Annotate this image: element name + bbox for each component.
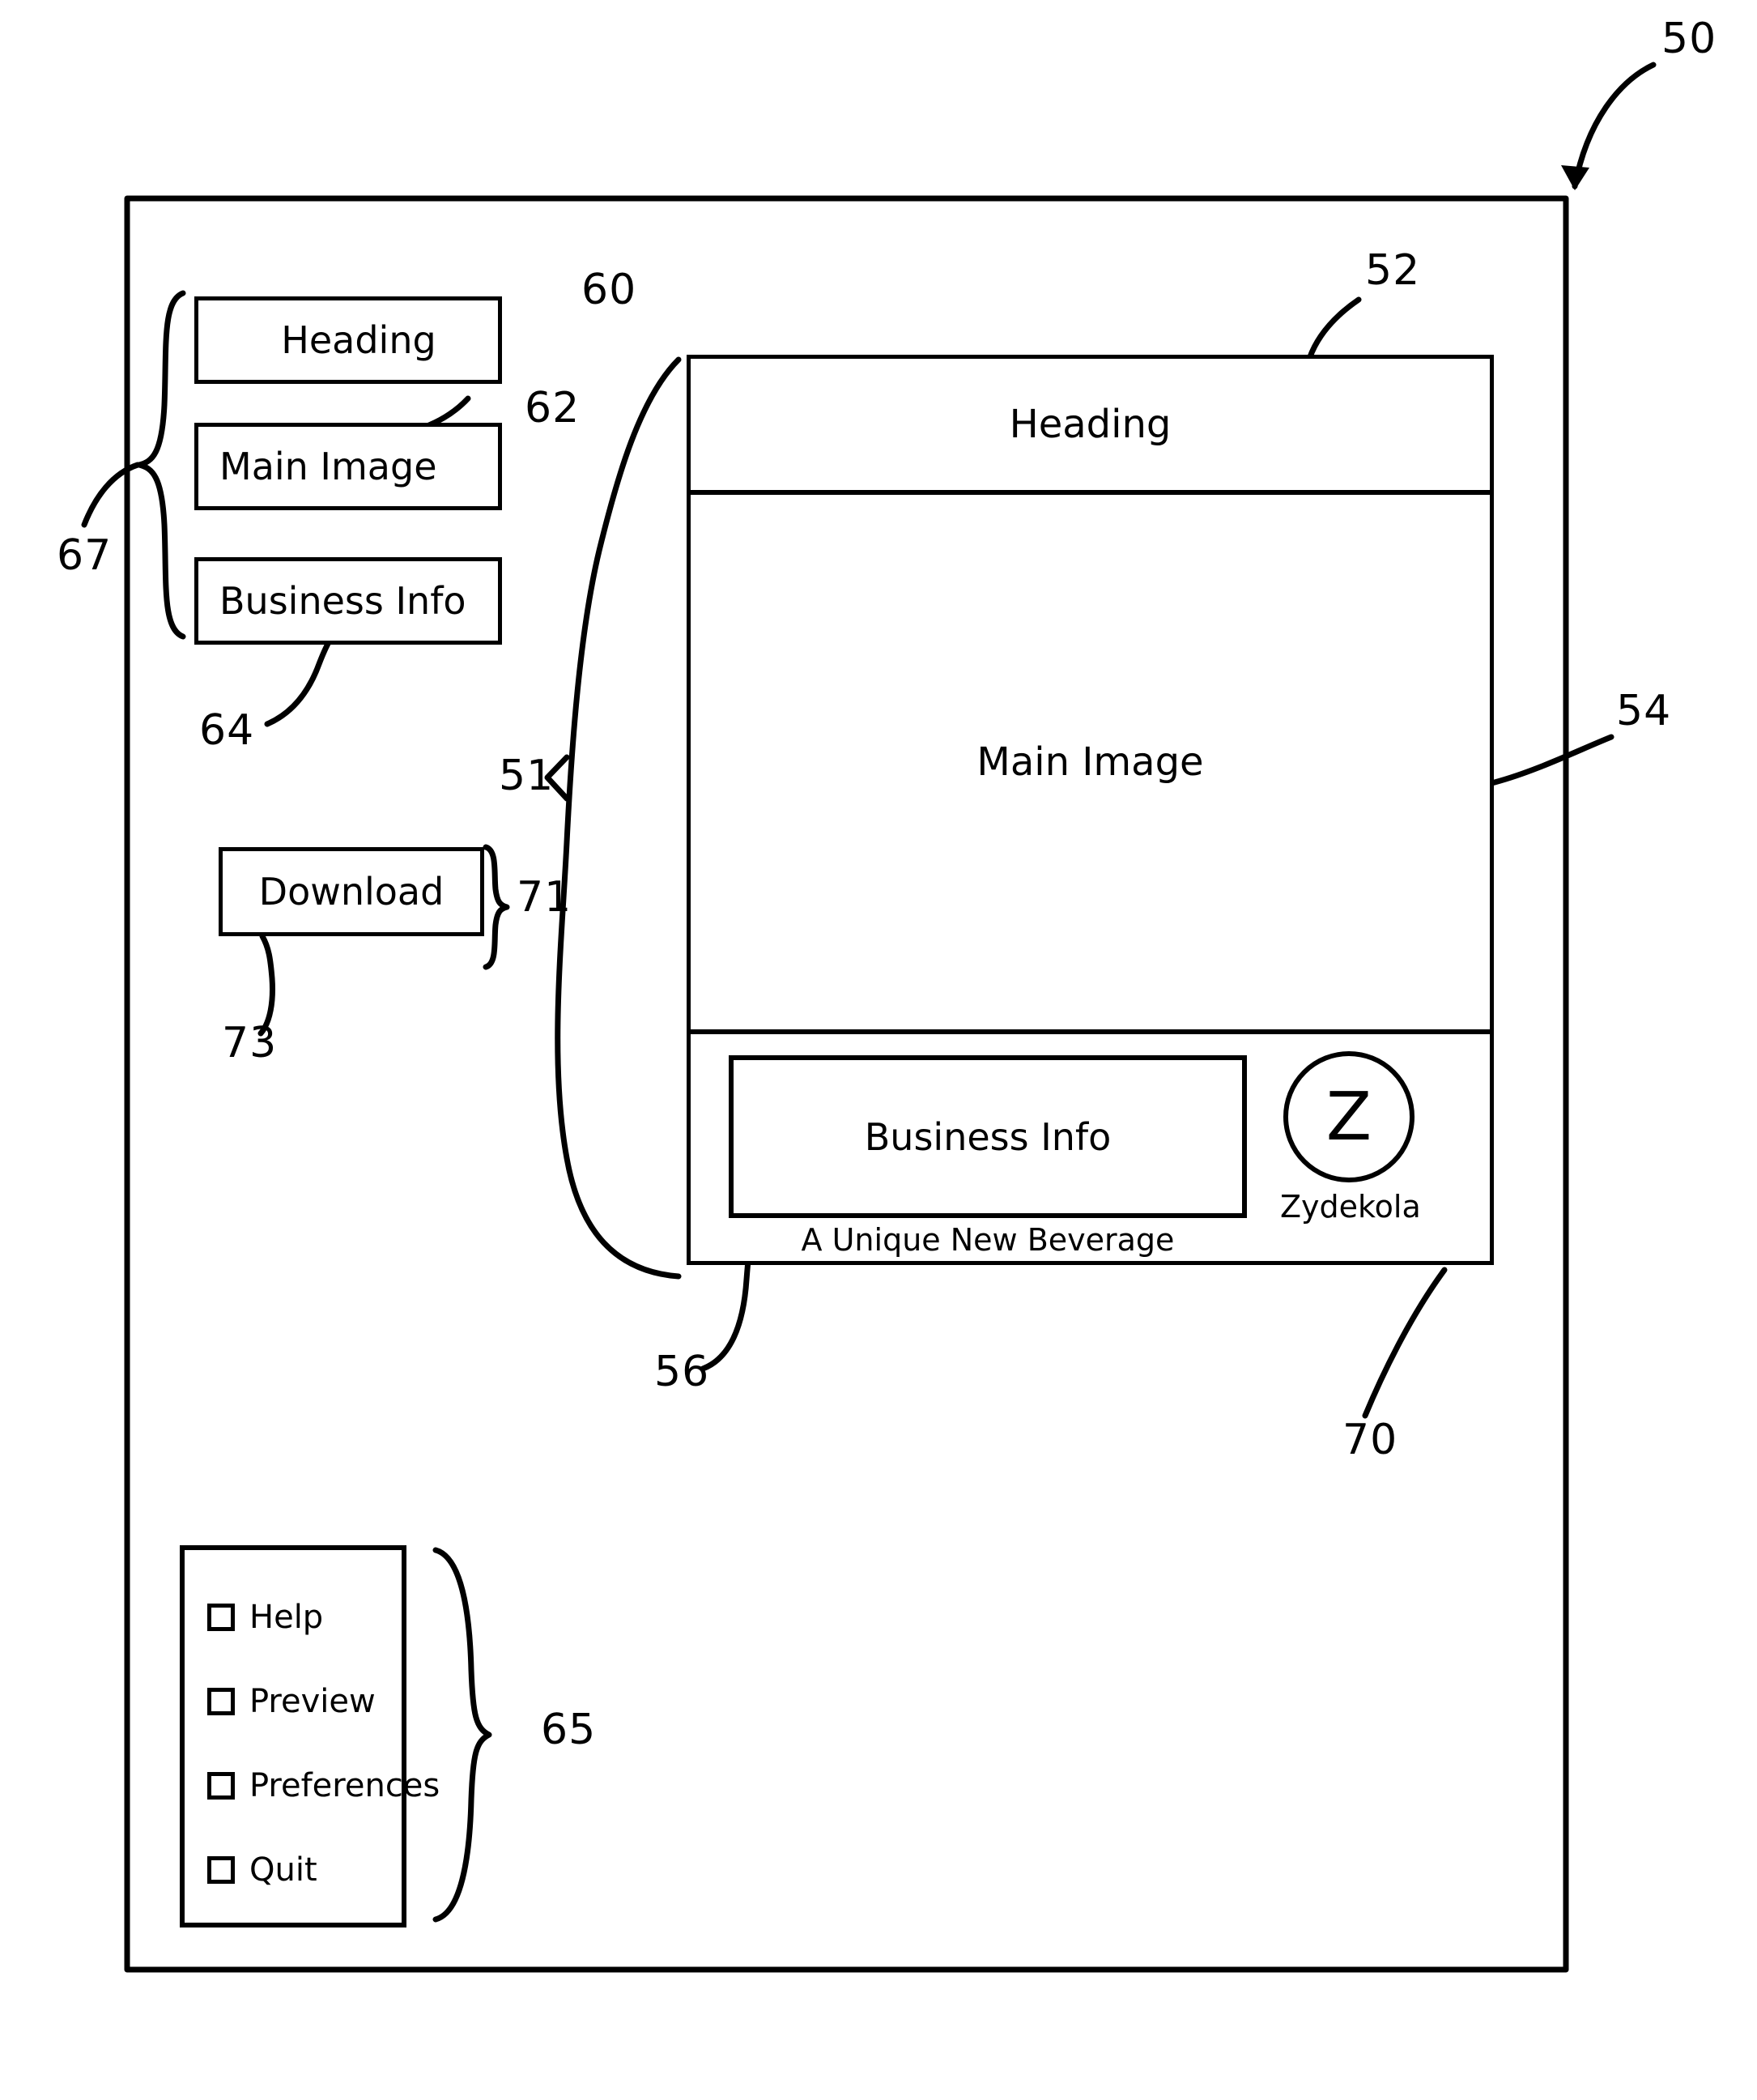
ref-number-51: 51	[499, 752, 555, 800]
sidebar-item-main-image-label: Main Image	[219, 445, 437, 488]
menu-item-help-label: Help	[249, 1599, 324, 1636]
sidebar-item-business-info[interactable]: Business Info	[194, 557, 502, 645]
sidebar-item-heading[interactable]: Heading	[194, 296, 502, 384]
preview-tagline: A Unique New Beverage	[801, 1222, 1175, 1258]
brand-monogram-letter: Z	[1325, 1078, 1372, 1156]
menu-item-quit[interactable]: Quit	[207, 1851, 317, 1889]
ref-number-56: 56	[654, 1348, 710, 1396]
ref-number-50: 50	[1661, 15, 1717, 63]
preview-business-info-label: Business Info	[864, 1114, 1112, 1159]
arrowhead-50	[1561, 165, 1589, 190]
brace-65	[432, 1547, 492, 1923]
menu-item-preview[interactable]: Preview	[207, 1683, 376, 1720]
menu-item-preferences[interactable]: Preferences	[207, 1767, 440, 1804]
options-menu-panel: Help Preview Preferences Quit	[180, 1545, 440, 1927]
sidebar-item-business-info-label: Business Info	[219, 579, 466, 623]
preview-footer-region: Business Info A Unique New Beverage Z Zy…	[691, 1034, 1490, 1261]
ref-number-62: 62	[525, 384, 581, 432]
ref-number-67: 67	[57, 531, 113, 580]
checkbox-help[interactable]	[207, 1604, 235, 1631]
preview-heading-label: Heading	[1009, 402, 1172, 447]
connector-51	[555, 356, 682, 1280]
brace-67	[136, 290, 186, 640]
ref-number-71: 71	[517, 873, 572, 922]
ref-number-70: 70	[1342, 1416, 1398, 1464]
ref-number-73: 73	[222, 1019, 278, 1067]
menu-item-help[interactable]: Help	[207, 1599, 323, 1636]
preview-main-image-label: Main Image	[976, 739, 1204, 785]
brand-mark: Z Zydekola	[1280, 1051, 1421, 1225]
device-preview-panel: Heading Main Image Business Info A Uniqu…	[687, 355, 1494, 1265]
checkbox-preferences[interactable]	[207, 1772, 235, 1800]
checkbox-quit[interactable]	[207, 1856, 235, 1884]
sidebar-item-heading-label: Heading	[281, 318, 436, 362]
preview-main-image-region[interactable]: Main Image	[691, 495, 1490, 1034]
menu-item-preview-label: Preview	[249, 1683, 376, 1720]
ref-number-65: 65	[541, 1706, 597, 1754]
menu-item-preferences-label: Preferences	[249, 1767, 440, 1804]
brand-monogram-icon: Z	[1283, 1051, 1415, 1182]
ref-number-54: 54	[1616, 687, 1672, 735]
ref-number-52: 52	[1365, 246, 1421, 295]
figure-canvas: 50 67 60 62 64 71 73 51 52 54 56 70 65 H…	[0, 0, 1757, 2100]
ref-number-60: 60	[581, 266, 637, 314]
brand-name-label: Zydekola	[1280, 1189, 1421, 1225]
checkbox-preview[interactable]	[207, 1688, 235, 1715]
preview-heading-region[interactable]: Heading	[691, 359, 1490, 495]
preview-business-info-box[interactable]: Business Info	[729, 1055, 1247, 1218]
ref-number-64: 64	[199, 706, 255, 755]
brace-71	[483, 844, 510, 970]
download-button-label: Download	[258, 870, 445, 914]
leader-70	[1362, 1267, 1448, 1419]
menu-item-quit-label: Quit	[249, 1851, 317, 1889]
download-button[interactable]: Download	[219, 847, 484, 936]
sidebar-item-main-image[interactable]: Main Image	[194, 423, 502, 510]
